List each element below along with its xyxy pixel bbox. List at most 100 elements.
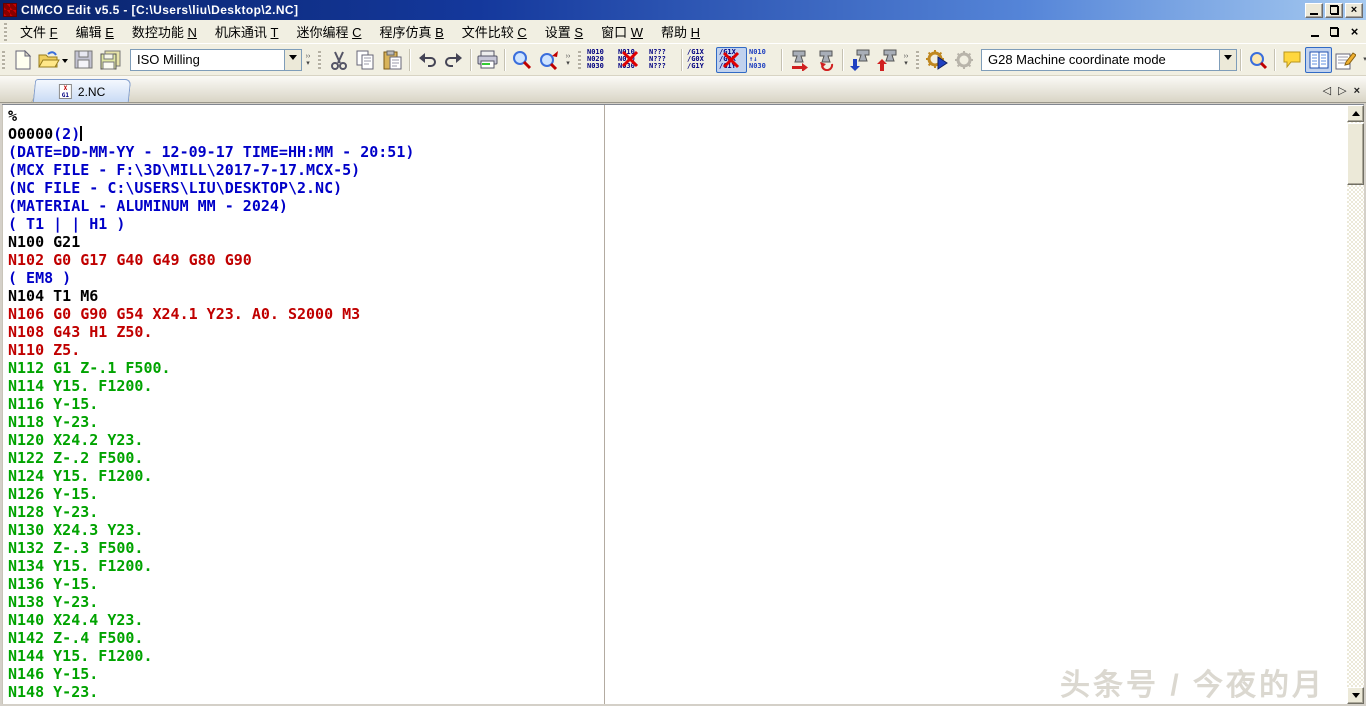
- band-options-button[interactable]: ››▾: [302, 47, 314, 73]
- insert-block-skip-button[interactable]: /G1X /G0X /G1Y: [685, 47, 716, 73]
- tab-2nc[interactable]: XG1 2.NC: [33, 79, 131, 102]
- watermark-text: 头条号 / 今夜的月: [1060, 660, 1325, 704]
- right-editor-pane[interactable]: 头条号 / 今夜的月: [605, 105, 1347, 704]
- run-macro-button[interactable]: [923, 47, 950, 73]
- find-macro-button[interactable]: [1244, 47, 1271, 73]
- tab-scroll-left-button[interactable]: ◁: [1323, 84, 1331, 97]
- tool-return-icon: [815, 49, 837, 71]
- find-magnifier-icon: [1248, 50, 1268, 70]
- file-type-value: ISO Milling: [131, 52, 284, 67]
- toolbar-grip[interactable]: [578, 51, 581, 69]
- menu-item-0[interactable]: 文件 F: [11, 19, 67, 44]
- menu-item-9[interactable]: 帮助 H: [652, 19, 709, 44]
- menu-item-4[interactable]: 迷你编程 C: [287, 19, 370, 44]
- file-type-combobox[interactable]: ISO Milling: [130, 49, 302, 71]
- toolbar-separator: [1240, 49, 1241, 71]
- find-next-button[interactable]: [535, 47, 562, 73]
- band-options-button[interactable]: ▾: [1359, 47, 1366, 73]
- code-line: (DATE=DD-MM-YY - 12-09-17 TIME=HH:MM - 2…: [8, 143, 604, 161]
- open-dropdown-arrow[interactable]: [62, 59, 68, 66]
- open-file-button[interactable]: [36, 47, 70, 73]
- band-options-button[interactable]: ››▾: [562, 47, 574, 73]
- comment-button[interactable]: [1278, 47, 1305, 73]
- restore-button[interactable]: [1325, 3, 1343, 18]
- code-editor-pane[interactable]: %O0000(2)(DATE=DD-MM-YY - 12-09-17 TIME=…: [2, 105, 604, 704]
- code-line: %: [8, 107, 604, 125]
- menu-item-3[interactable]: 机床通讯 T: [206, 19, 288, 44]
- save-button[interactable]: [70, 47, 97, 73]
- toolbar-grip[interactable]: [2, 51, 5, 69]
- cut-button[interactable]: [325, 47, 352, 73]
- undo-button[interactable]: [413, 47, 440, 73]
- menubar-grip[interactable]: [4, 23, 7, 41]
- paste-clipboard-icon: [383, 50, 402, 70]
- toolbar-grip[interactable]: [318, 51, 321, 69]
- cut-scissors-icon: [330, 50, 348, 70]
- code-line: N110 Z5.: [8, 341, 604, 359]
- dropdown-arrow-icon: [1224, 55, 1232, 64]
- nc-file-icon: XG1: [59, 84, 72, 99]
- renumber-blocks-button[interactable]: N010 N020 N030: [585, 47, 616, 73]
- code-line: (NC FILE - C:\USERS\LIU\DESKTOP\2.NC): [8, 179, 604, 197]
- close-button[interactable]: ×: [1345, 3, 1363, 18]
- remove-block-numbers-button[interactable]: N010 N020 N030: [616, 47, 647, 73]
- menu-item-1[interactable]: 编辑 E: [67, 19, 123, 44]
- gear-gray-icon: [953, 49, 975, 71]
- save-floppy-icon: [74, 50, 93, 69]
- tool-down-button[interactable]: [846, 47, 873, 73]
- goto-block-button[interactable]: N010 ↑↓ N030: [747, 47, 778, 73]
- tab-close-button[interactable]: ×: [1354, 85, 1360, 97]
- edit-macro-button[interactable]: [950, 47, 977, 73]
- code-line: N148 Y-23.: [8, 683, 604, 701]
- minimize-button[interactable]: [1305, 3, 1323, 18]
- unknown-block-numbers-button[interactable]: N??? N??? N???: [647, 47, 678, 73]
- toolbar-separator: [842, 49, 843, 71]
- toolbar-separator: [1274, 49, 1275, 71]
- cycles-combobox[interactable]: G28 Machine coordinate mode: [981, 49, 1237, 71]
- properties-button[interactable]: [1332, 47, 1359, 73]
- code-line: O0000(2): [8, 125, 604, 143]
- mdi-close-button[interactable]: ×: [1346, 24, 1363, 39]
- tool-up-button[interactable]: [873, 47, 900, 73]
- code-line: ( EM8 ): [8, 269, 604, 287]
- vertical-scrollbar[interactable]: [1347, 105, 1364, 704]
- file-type-dropdown-button[interactable]: [284, 50, 301, 70]
- new-file-icon: [14, 50, 32, 70]
- previous-tool-button[interactable]: [812, 47, 839, 73]
- menu-item-6[interactable]: 文件比较 C: [453, 19, 536, 44]
- code-line: N100 G21: [8, 233, 604, 251]
- tab-scroll-right-button[interactable]: ▷: [1338, 84, 1346, 97]
- new-file-button[interactable]: [9, 47, 36, 73]
- menu-item-8[interactable]: 窗口 W: [592, 19, 652, 44]
- toolbar-separator: [409, 49, 410, 71]
- remove-block-skip-button[interactable]: /G1X /G0X /G1Y: [716, 47, 747, 73]
- band-options-button[interactable]: ››▾: [900, 47, 912, 73]
- menu-item-2[interactable]: 数控功能 N: [123, 19, 206, 44]
- mdi-restore-button[interactable]: [1326, 24, 1343, 39]
- tool-up-icon: [876, 49, 898, 71]
- cycles-dropdown-button[interactable]: [1219, 50, 1236, 70]
- split-view-icon: [1309, 51, 1329, 69]
- menu-item-5[interactable]: 程序仿真 B: [370, 19, 452, 44]
- toolbar-grip[interactable]: [916, 51, 919, 69]
- menu-item-7[interactable]: 设置 S: [536, 19, 592, 44]
- toolbar: ISO Milling ››▾ ››▾ N010 N020 N030 N010 …: [0, 44, 1366, 76]
- code-line: ( T1 | | H1 ): [8, 215, 604, 233]
- scrollbar-thumb[interactable]: [1347, 123, 1364, 185]
- code-line: N142 Z-.4 F500.: [8, 629, 604, 647]
- next-tool-button[interactable]: [785, 47, 812, 73]
- save-all-button[interactable]: [97, 47, 124, 73]
- scroll-down-button[interactable]: [1347, 687, 1364, 704]
- app-logo-icon: [3, 3, 17, 17]
- redo-button[interactable]: [440, 47, 467, 73]
- window-layout-button[interactable]: [1305, 47, 1332, 73]
- code-line: N104 T1 M6: [8, 287, 604, 305]
- mdi-minimize-button[interactable]: [1306, 24, 1323, 39]
- paste-button[interactable]: [379, 47, 406, 73]
- copy-button[interactable]: [352, 47, 379, 73]
- print-button[interactable]: [474, 47, 501, 73]
- code-line: N126 Y-15.: [8, 485, 604, 503]
- find-button[interactable]: [508, 47, 535, 73]
- scroll-up-button[interactable]: [1347, 105, 1364, 122]
- code-line: N122 Z-.2 F500.: [8, 449, 604, 467]
